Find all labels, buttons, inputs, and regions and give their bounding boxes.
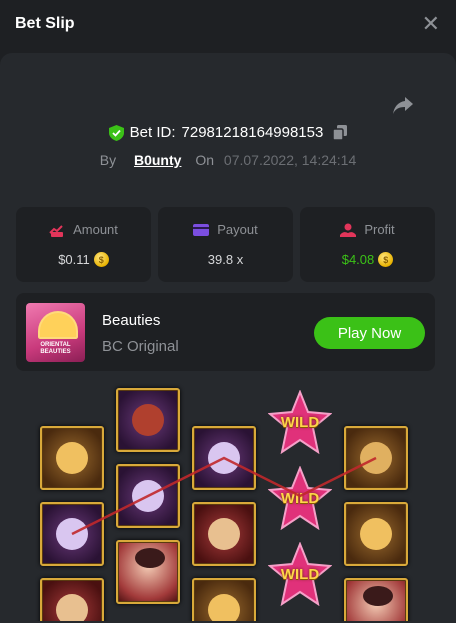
game-thumbnail-text: ORIENTAL BEAUTIES xyxy=(40,342,71,355)
amount-stat: Amount $0.11 $ xyxy=(16,207,151,282)
winning-payline xyxy=(71,456,377,536)
coin-icon: $ xyxy=(93,252,109,267)
payout-stat: Payout 39.8 x xyxy=(158,207,293,282)
profit-stat: Profit $4.08 $ xyxy=(300,207,435,282)
close-icon[interactable]: ✕ xyxy=(422,13,440,35)
card-icon xyxy=(193,223,210,236)
fan-icon xyxy=(38,311,78,339)
bet-stats: Amount $0.11 $ Payout 39.8 x Profit $4.0… xyxy=(16,207,435,282)
bet-slip-title: Bet Slip xyxy=(15,15,75,32)
payout-value-row: 39.8 x xyxy=(158,252,293,267)
profit-value: $4.08 xyxy=(341,252,375,267)
slot-reels: WILD WILD WILD xyxy=(0,380,456,621)
profit-value-row: $4.08 $ xyxy=(300,252,435,267)
amount-label-row: Amount xyxy=(16,222,151,237)
profit-label-row: Profit xyxy=(300,222,435,237)
verified-shield-icon xyxy=(108,124,124,141)
payout-label: Payout xyxy=(217,222,258,237)
bet-date: 07.07.2022, 14:24:14 xyxy=(223,152,357,168)
on-label: On xyxy=(195,152,215,168)
player-username-link[interactable]: B0unty xyxy=(134,152,181,168)
game-card: ORIENTAL BEAUTIES Beauties BC Original P… xyxy=(16,293,435,371)
play-now-button[interactable]: Play Now xyxy=(314,317,425,349)
profit-label: Profit xyxy=(364,222,395,237)
bet-slip-header: Bet Slip ✕ xyxy=(0,0,456,48)
bet-id-value: 72981218164998153 xyxy=(181,124,324,141)
coin-icon: $ xyxy=(378,252,394,267)
bet-id-row: Bet ID: 72981218164998153 xyxy=(0,124,456,141)
game-thumbnail[interactable]: ORIENTAL BEAUTIES xyxy=(26,303,85,362)
bet-id-label: Bet ID: xyxy=(129,124,176,141)
profit-icon xyxy=(340,223,357,237)
copy-icon[interactable] xyxy=(333,125,348,140)
share-icon[interactable] xyxy=(392,95,414,115)
game-name: Beauties xyxy=(102,312,161,329)
game-provider: BC Original xyxy=(102,338,179,355)
amount-value-row: $0.11 $ xyxy=(16,252,151,267)
amount-icon xyxy=(49,224,64,237)
amount-value: $0.11 xyxy=(58,252,90,267)
by-label: By xyxy=(99,152,117,168)
payout-label-row: Payout xyxy=(158,222,293,237)
amount-label: Amount xyxy=(73,222,118,237)
bet-byline: By B0unty On 07.07.2022, 14:24:14 xyxy=(0,152,456,168)
payout-value: 39.8 x xyxy=(207,252,244,267)
